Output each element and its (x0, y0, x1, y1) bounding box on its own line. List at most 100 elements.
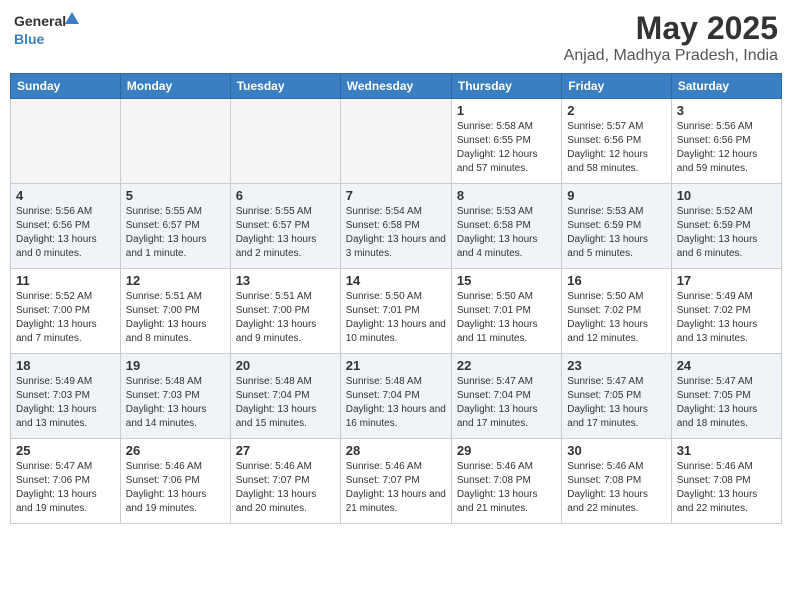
day-number: 3 (677, 103, 776, 118)
calendar-week-row: 11Sunrise: 5:52 AM Sunset: 7:00 PM Dayli… (11, 269, 782, 354)
day-number: 24 (677, 358, 776, 373)
calendar-day: 6Sunrise: 5:55 AM Sunset: 6:57 PM Daylig… (230, 184, 340, 269)
day-number: 7 (346, 188, 446, 203)
day-detail: Sunrise: 5:50 AM Sunset: 7:01 PM Dayligh… (346, 290, 446, 346)
calendar-week-row: 1 Sunrise: 5:58 AM Sunset: 6:55 PM Daylig… (11, 99, 782, 184)
day-detail: Sunrise: 5:58 AM Sunset: 6:55 PM Dayligh… (457, 120, 556, 176)
day-detail: Sunrise: 5:56 AM Sunset: 6:56 PM Dayligh… (677, 120, 776, 176)
day-detail: Sunrise: 5:47 AM Sunset: 7:06 PM Dayligh… (16, 460, 115, 516)
day-number: 28 (346, 443, 446, 458)
header-tuesday: Tuesday (230, 74, 340, 99)
calendar-day: 2 Sunrise: 5:57 AM Sunset: 6:56 PM Daylig… (562, 99, 671, 184)
calendar-day: 25Sunrise: 5:47 AM Sunset: 7:06 PM Dayli… (11, 439, 121, 524)
day-number: 15 (457, 273, 556, 288)
header-saturday: Saturday (671, 74, 781, 99)
day-number: 22 (457, 358, 556, 373)
calendar-day: 13 Sunrise: 5:51 AM Sunset: 7:00 PM Dayli… (230, 269, 340, 354)
location: Anjad, Madhya Pradesh, India (564, 47, 778, 65)
weekday-header-row: Sunday Monday Tuesday Wednesday Thursday… (11, 74, 782, 99)
day-number: 21 (346, 358, 446, 373)
day-detail: Sunrise: 5:46 AM Sunset: 7:08 PM Dayligh… (567, 460, 665, 516)
day-detail: Sunrise: 5:55 AM Sunset: 6:57 PM Dayligh… (126, 205, 225, 261)
calendar-day: 17 Sunrise: 5:49 AM Sunset: 7:02 PM Dayli… (671, 269, 781, 354)
day-number: 29 (457, 443, 556, 458)
calendar-day (120, 99, 230, 184)
day-detail: Sunrise: 5:53 AM Sunset: 6:59 PM Dayligh… (567, 205, 665, 261)
day-detail: Sunrise: 5:51 AM Sunset: 7:00 PM Dayligh… (236, 290, 335, 346)
header-monday: Monday (120, 74, 230, 99)
logo-svg: General Blue (14, 10, 84, 52)
day-number: 31 (677, 443, 776, 458)
calendar-day: 27 Sunrise: 5:46 AM Sunset: 7:07 PM Dayli… (230, 439, 340, 524)
calendar-day: 5 Sunrise: 5:55 AM Sunset: 6:57 PM Daylig… (120, 184, 230, 269)
day-detail: Sunrise: 5:49 AM Sunset: 7:03 PM Dayligh… (16, 375, 115, 431)
day-number: 4 (16, 188, 115, 203)
header-sunday: Sunday (11, 74, 121, 99)
day-detail: Sunrise: 5:50 AM Sunset: 7:02 PM Dayligh… (567, 290, 665, 346)
logo: General Blue (14, 10, 84, 52)
day-number: 17 (677, 273, 776, 288)
day-detail: Sunrise: 5:47 AM Sunset: 7:05 PM Dayligh… (677, 375, 776, 431)
day-detail: Sunrise: 5:52 AM Sunset: 6:59 PM Dayligh… (677, 205, 776, 261)
calendar-day: 26 Sunrise: 5:46 AM Sunset: 7:06 PM Dayli… (120, 439, 230, 524)
calendar-day: 1 Sunrise: 5:58 AM Sunset: 6:55 PM Daylig… (451, 99, 561, 184)
svg-text:General: General (14, 13, 66, 29)
calendar-day: 24 Sunrise: 5:47 AM Sunset: 7:05 PM Dayli… (671, 354, 781, 439)
calendar-week-row: 18 Sunrise: 5:49 AM Sunset: 7:03 PM Dayli… (11, 354, 782, 439)
day-number: 18 (16, 358, 115, 373)
calendar-table: Sunday Monday Tuesday Wednesday Thursday… (10, 73, 782, 524)
day-number: 6 (236, 188, 335, 203)
day-detail: Sunrise: 5:46 AM Sunset: 7:08 PM Dayligh… (677, 460, 776, 516)
day-detail: Sunrise: 5:56 AM Sunset: 6:56 PM Dayligh… (16, 205, 115, 261)
calendar-day: 18 Sunrise: 5:49 AM Sunset: 7:03 PM Dayli… (11, 354, 121, 439)
calendar-day (230, 99, 340, 184)
day-detail: Sunrise: 5:53 AM Sunset: 6:58 PM Dayligh… (457, 205, 556, 261)
day-detail: Sunrise: 5:54 AM Sunset: 6:58 PM Dayligh… (346, 205, 446, 261)
calendar-day: 8 Sunrise: 5:53 AM Sunset: 6:58 PM Daylig… (451, 184, 561, 269)
day-number: 27 (236, 443, 335, 458)
calendar-day: 19 Sunrise: 5:48 AM Sunset: 7:03 PM Dayli… (120, 354, 230, 439)
header: General Blue May 2025 Anjad, Madhya Prad… (10, 10, 782, 65)
month-year: May 2025 (564, 10, 778, 47)
day-detail: Sunrise: 5:46 AM Sunset: 7:08 PM Dayligh… (457, 460, 556, 516)
calendar-day (340, 99, 451, 184)
day-detail: Sunrise: 5:57 AM Sunset: 6:56 PM Dayligh… (567, 120, 665, 176)
day-detail: Sunrise: 5:48 AM Sunset: 7:03 PM Dayligh… (126, 375, 225, 431)
day-number: 2 (567, 103, 665, 118)
calendar-day: 12 Sunrise: 5:51 AM Sunset: 7:00 PM Dayli… (120, 269, 230, 354)
calendar-day: 31 Sunrise: 5:46 AM Sunset: 7:08 PM Dayli… (671, 439, 781, 524)
day-detail: Sunrise: 5:49 AM Sunset: 7:02 PM Dayligh… (677, 290, 776, 346)
day-detail: Sunrise: 5:50 AM Sunset: 7:01 PM Dayligh… (457, 290, 556, 346)
day-number: 9 (567, 188, 665, 203)
svg-text:Blue: Blue (14, 31, 45, 47)
day-number: 11 (16, 273, 115, 288)
day-number: 26 (126, 443, 225, 458)
header-thursday: Thursday (451, 74, 561, 99)
day-number: 12 (126, 273, 225, 288)
day-detail: Sunrise: 5:48 AM Sunset: 7:04 PM Dayligh… (346, 375, 446, 431)
day-number: 1 (457, 103, 556, 118)
day-number: 13 (236, 273, 335, 288)
day-number: 20 (236, 358, 335, 373)
calendar-day: 16 Sunrise: 5:50 AM Sunset: 7:02 PM Dayli… (562, 269, 671, 354)
header-wednesday: Wednesday (340, 74, 451, 99)
day-number: 19 (126, 358, 225, 373)
header-friday: Friday (562, 74, 671, 99)
calendar-day: 3 Sunrise: 5:56 AM Sunset: 6:56 PM Daylig… (671, 99, 781, 184)
day-detail: Sunrise: 5:46 AM Sunset: 7:07 PM Dayligh… (236, 460, 335, 516)
day-number: 30 (567, 443, 665, 458)
calendar-day: 4 Sunrise: 5:56 AM Sunset: 6:56 PM Daylig… (11, 184, 121, 269)
day-number: 23 (567, 358, 665, 373)
calendar-day: 14 Sunrise: 5:50 AM Sunset: 7:01 PM Dayli… (340, 269, 451, 354)
calendar-day: 22Sunrise: 5:47 AM Sunset: 7:04 PM Dayli… (451, 354, 561, 439)
day-number: 8 (457, 188, 556, 203)
day-number: 5 (126, 188, 225, 203)
calendar-day: 28Sunrise: 5:46 AM Sunset: 7:07 PM Dayli… (340, 439, 451, 524)
day-detail: Sunrise: 5:46 AM Sunset: 7:06 PM Dayligh… (126, 460, 225, 516)
day-number: 16 (567, 273, 665, 288)
day-number: 14 (346, 273, 446, 288)
calendar-day: 23Sunrise: 5:47 AM Sunset: 7:05 PM Dayli… (562, 354, 671, 439)
calendar-day: 29 Sunrise: 5:46 AM Sunset: 7:08 PM Dayli… (451, 439, 561, 524)
calendar-day: 10Sunrise: 5:52 AM Sunset: 6:59 PM Dayli… (671, 184, 781, 269)
day-detail: Sunrise: 5:51 AM Sunset: 7:00 PM Dayligh… (126, 290, 225, 346)
